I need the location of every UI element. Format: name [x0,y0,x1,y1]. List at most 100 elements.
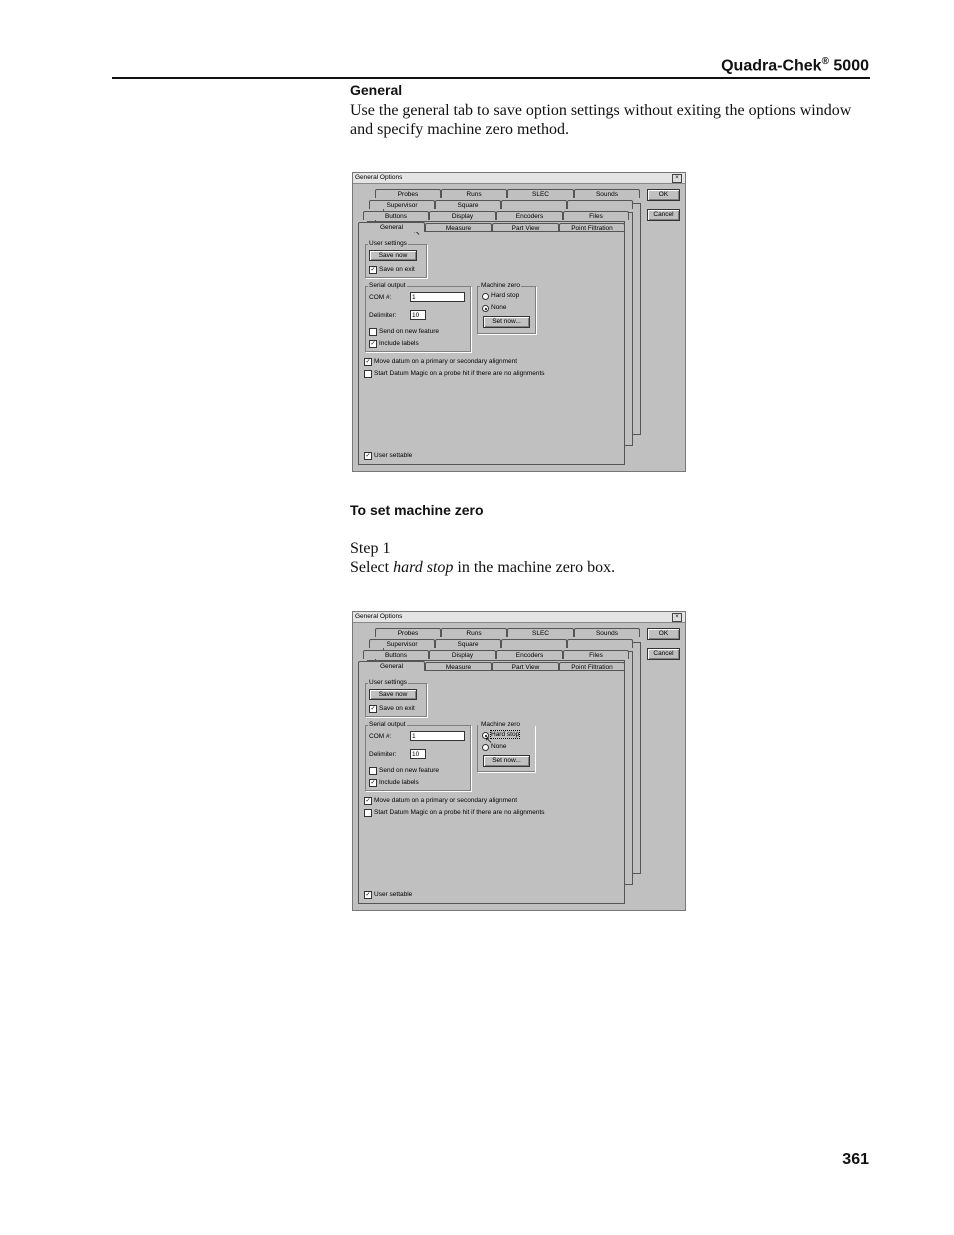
delimiter-label: Delimiter: [369,312,397,319]
tab-files[interactable]: Files [563,211,629,220]
section-heading-set-machine-zero: To set machine zero [350,502,484,518]
dialog-title: General Options [355,174,403,181]
tab-supervisor[interactable]: Supervisor [369,639,435,648]
dialog-title: General Options [355,613,403,620]
include-labels-label: Include labels [379,779,419,786]
set-now-button[interactable]: Set now... [483,316,530,328]
close-icon[interactable]: × [672,613,682,622]
tab-encoders[interactable]: Encoders [496,211,563,220]
com-label: COM #: [369,294,392,301]
serial-output-label: Serial output [368,721,407,728]
ok-button[interactable]: OK [647,189,680,201]
tab-slec[interactable]: SLEC [507,189,574,198]
move-datum-checkbox[interactable]: ✓ [364,358,372,366]
general-description-line1: Use the general tab to save option setti… [350,102,852,119]
instruction-pre: Select [350,559,394,576]
general-description: Use the general tab to save option setti… [350,101,875,139]
save-now-button[interactable]: Save now [369,689,417,700]
hard-stop-radio[interactable] [482,293,489,300]
section-heading-general: General [350,82,403,98]
start-datum-magic-label: Start Datum Magic on a probe hit if ther… [374,809,545,816]
instruction-post: in the machine zero box. [453,559,616,576]
step-1-label: Step 1 [350,540,391,557]
start-datum-magic-checkbox[interactable] [364,370,372,378]
tab-blank-1 [501,639,567,648]
send-on-new-feature-label: Send on new feature [379,767,439,774]
user-settable-checkbox[interactable]: ✓ [364,452,372,460]
save-now-button[interactable]: Save now [369,250,417,261]
running-header: Quadra-Chek® 5000 [721,56,869,75]
tab-blank-2 [567,200,633,209]
tab-probes[interactable]: Probes [375,189,441,198]
registered-mark: ® [821,56,829,67]
save-on-exit-checkbox[interactable]: ✓ [369,705,377,713]
none-radio[interactable] [482,305,489,312]
tab-display[interactable]: Display [429,211,496,220]
product-model: 5000 [833,57,869,75]
product-name: Quadra-Chek [721,57,822,75]
com-input[interactable]: 1 [410,292,465,302]
include-labels-checkbox[interactable]: ✓ [369,340,377,348]
cancel-button[interactable]: Cancel [647,648,680,660]
instruction-emphasis: hard stop [393,559,454,576]
start-datum-magic-label: Start Datum Magic on a probe hit if ther… [374,370,545,377]
delimiter-label: Delimiter: [369,751,397,758]
tab-files[interactable]: Files [563,650,629,659]
send-on-new-feature-checkbox[interactable] [369,767,377,775]
tab-slec[interactable]: SLEC [507,628,574,637]
tab-square[interactable]: Square [435,200,501,209]
step-1-text: Step 1 Select hard stop in the machine z… [350,539,875,577]
include-labels-checkbox[interactable]: ✓ [369,779,377,787]
user-settings-label: User settings [368,679,408,686]
include-labels-label: Include labels [379,340,419,347]
tab-supervisor[interactable]: Supervisor [369,200,435,209]
tab-buttons[interactable]: Buttons [363,650,429,659]
page-number: 361 [842,1151,869,1168]
tab-blank-2 [567,639,633,648]
save-on-exit-label: Save on exit [379,266,415,273]
send-on-new-feature-checkbox[interactable] [369,328,377,336]
save-on-exit-checkbox[interactable]: ✓ [369,266,377,274]
move-datum-checkbox[interactable]: ✓ [364,797,372,805]
ok-button[interactable]: OK [647,628,680,640]
tab-runs[interactable]: Runs [441,628,507,637]
move-datum-label: Move datum on a primary or secondary ali… [374,358,518,365]
save-on-exit-label: Save on exit [379,705,415,712]
set-now-button[interactable]: Set now... [483,755,530,767]
serial-output-label: Serial output [368,282,407,289]
com-label: COM #: [369,733,392,740]
move-datum-label: Move datum on a primary or secondary ali… [374,797,518,804]
cancel-button[interactable]: Cancel [647,209,680,221]
tab-encoders[interactable]: Encoders [496,650,563,659]
delimiter-input[interactable]: 10 [410,749,426,759]
tab-square[interactable]: Square [435,639,501,648]
tab-probes[interactable]: Probes [375,628,441,637]
tab-blank-1 [501,200,567,209]
user-settings-label: User settings [368,240,408,247]
step-1-instruction: Select hard stop in the machine zero box… [350,558,875,577]
dialog-title-bar: General Options × [353,612,685,623]
tab-buttons[interactable]: Buttons [363,211,429,220]
close-icon[interactable]: × [672,174,682,183]
none-radio[interactable] [482,744,489,751]
machine-zero-label: Machine zero [480,282,522,289]
tab-display[interactable]: Display [429,650,496,659]
dialog-title-bar: General Options × [353,173,685,184]
user-settable-label: User settable [374,452,413,459]
tab-sounds[interactable]: Sounds [574,189,640,198]
hard-stop-label: Hard stop [491,292,520,299]
delimiter-input[interactable]: 10 [410,310,426,320]
general-options-dialog-1: General Options × Probes Runs SLEC Sound… [352,172,686,472]
com-input[interactable]: 1 [410,731,465,741]
tab-runs[interactable]: Runs [441,189,507,198]
hard-stop-label: Hard stop [489,730,521,739]
user-settable-label: User settable [374,891,413,898]
none-label: None [491,743,507,750]
tab-general[interactable]: General [358,661,425,671]
start-datum-magic-checkbox[interactable] [364,809,372,817]
tab-sounds[interactable]: Sounds [574,628,640,637]
general-description-line2: and specify machine zero method. [350,121,570,138]
tab-general[interactable]: General [358,222,425,232]
user-settable-checkbox[interactable]: ✓ [364,891,372,899]
send-on-new-feature-label: Send on new feature [379,328,439,335]
